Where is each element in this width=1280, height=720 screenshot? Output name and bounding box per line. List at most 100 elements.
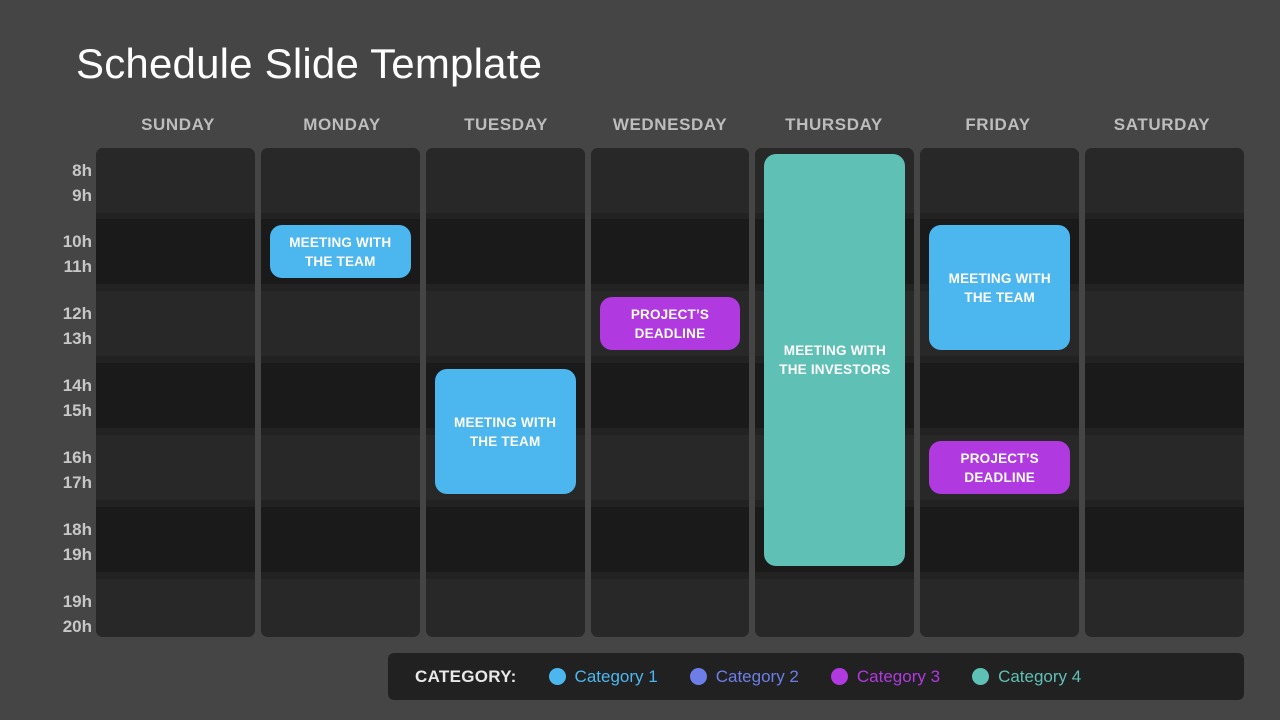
time-slot-sunday-1[interactable] [96, 219, 255, 284]
weekday-header-wednesday: WEDNESDAY [612, 115, 728, 134]
time-slot-saturday-5[interactable] [1085, 507, 1245, 572]
time-slot-tuesday-5[interactable] [425, 507, 585, 572]
time-slot-sunday-2[interactable] [96, 291, 255, 356]
event-label-line2: THE TEAM [964, 289, 1035, 305]
legend-item-1[interactable]: Category 1 [548, 666, 658, 687]
time-label-row-5: 18h 19h [36, 517, 92, 567]
weekday-header-monday: MONDAY [303, 115, 381, 134]
event-monday-meeting-team[interactable]: MEETING WITH THE TEAM [269, 225, 411, 278]
legend-color-dot-icon [548, 668, 566, 685]
time-slot-sunday-4[interactable] [96, 435, 255, 500]
day-columns [96, 148, 1245, 637]
time-slot-saturday-2[interactable] [1085, 291, 1245, 356]
time-slot-saturday-1[interactable] [1085, 219, 1245, 284]
time-label-row-3: 14h 15h [36, 373, 92, 423]
time-start: 12h [62, 304, 92, 323]
time-end: 11h [63, 257, 92, 276]
time-slot-tuesday-6[interactable] [425, 579, 585, 637]
legend-title: CATEGORY: [415, 666, 517, 686]
day-column-friday[interactable] [920, 148, 1080, 637]
weekday-header-thursday: THURSDAY [785, 115, 883, 134]
time-slot-wednesday-3[interactable] [590, 363, 750, 428]
event-label-line2: THE TEAM [304, 253, 376, 269]
time-slot-saturday-3[interactable] [1085, 363, 1245, 428]
time-slot-sunday-0[interactable] [96, 148, 255, 213]
event-label: MEETING WITH THE TEAM [949, 269, 1051, 307]
time-slot-wednesday-5[interactable] [590, 507, 750, 572]
legend-item-4[interactable]: Category 4 [972, 667, 1081, 687]
event-wednesday-project-deadline[interactable]: PROJECT’S DEADLINE [599, 297, 741, 350]
time-end: 13h [62, 329, 92, 348]
day-column-monday[interactable] [260, 148, 420, 637]
event-label-line1: MEETING WITH [783, 343, 886, 358]
time-label-row-2: 12h 13h [36, 301, 92, 351]
legend-item-label: Category 2 [715, 666, 799, 686]
event-friday-meeting-team[interactable]: MEETING WITH THE TEAM [929, 225, 1071, 350]
day-column-sunday[interactable] [96, 148, 255, 637]
legend-item-3[interactable]: Category 3 [830, 666, 941, 687]
weekday-header-tuesday: TUESDAY [464, 115, 548, 134]
event-label: PROJECT’S DEADLINE [961, 449, 1039, 487]
day-column-saturday[interactable] [1085, 148, 1245, 637]
time-slot-tuesday-1[interactable] [425, 219, 585, 284]
time-label-row-1: 10h 11h [36, 229, 92, 279]
event-label-line2: DEADLINE [964, 469, 1035, 485]
time-gutter: 8h 9h 10h 11h 12h 13h 14h 15h 16h 17h 18h 19h 19h 20h [36, 148, 92, 637]
time-slot-wednesday-1[interactable] [590, 219, 750, 284]
legend-item-label: Category 4 [998, 666, 1082, 686]
event-label-line1: MEETING WITH [948, 270, 1051, 286]
time-start: 8h [72, 161, 92, 180]
event-label-line1: PROJECT’S [630, 306, 710, 322]
event-label-line1: MEETING WITH [454, 414, 557, 430]
weekday-header-friday: FRIDAY [965, 115, 1031, 134]
time-label-row-4: 16h 17h [36, 445, 92, 495]
time-slot-saturday-6[interactable] [1085, 579, 1245, 637]
time-start: 14h [62, 376, 92, 395]
time-label-row-0: 8h 9h [36, 158, 92, 208]
time-slot-monday-6[interactable] [260, 579, 420, 637]
time-slot-friday-5[interactable] [920, 507, 1080, 572]
time-slot-saturday-0[interactable] [1085, 148, 1245, 213]
time-slot-friday-3[interactable] [920, 363, 1080, 428]
time-slot-tuesday-0[interactable] [425, 148, 585, 213]
time-slot-friday-0[interactable] [920, 148, 1080, 213]
time-slot-monday-5[interactable] [260, 507, 420, 572]
event-label-line2: DEADLINE [634, 325, 706, 341]
time-slot-saturday-4[interactable] [1085, 435, 1245, 500]
legend-color-dot-icon [689, 668, 707, 685]
legend-item-label: Category 3 [856, 666, 941, 686]
day-column-wednesday[interactable] [590, 148, 750, 637]
time-slot-sunday-3[interactable] [96, 363, 255, 428]
legend-item-2[interactable]: Category 2 [689, 666, 799, 687]
time-slot-monday-0[interactable] [260, 148, 420, 213]
time-slot-wednesday-4[interactable] [590, 435, 750, 500]
time-end: 19h [62, 545, 92, 564]
time-start: 18h [62, 520, 92, 539]
event-label: MEETING WITH THE INVESTORS [779, 341, 890, 379]
time-slot-friday-6[interactable] [920, 579, 1080, 637]
time-slot-thursday-6[interactable] [755, 579, 915, 637]
time-slot-tuesday-2[interactable] [425, 291, 585, 356]
weekday-header-row: SUNDAY MONDAY TUESDAY WEDNESDAY THURSDAY FRID… [96, 112, 1244, 144]
event-tuesday-meeting-team[interactable]: MEETING WITH THE TEAM [434, 369, 576, 494]
time-slot-wednesday-0[interactable] [590, 148, 750, 213]
time-slot-monday-3[interactable] [260, 363, 420, 428]
schedule-calendar: SUNDAY MONDAY TUESDAY WEDNESDAY THURSDAY FRID… [36, 112, 1245, 637]
event-label-line1: PROJECT’S [960, 450, 1039, 466]
time-slot-monday-2[interactable] [260, 291, 420, 356]
event-friday-project-deadline[interactable]: PROJECT’S DEADLINE [929, 441, 1071, 494]
time-slot-wednesday-6[interactable] [590, 579, 750, 637]
time-slot-monday-4[interactable] [260, 435, 420, 500]
event-label-line1: MEETING WITH [289, 234, 392, 250]
time-slot-sunday-6[interactable] [96, 579, 255, 637]
event-label: PROJECT’S DEADLINE [631, 305, 709, 343]
event-label: MEETING WITH THE TEAM [454, 413, 556, 451]
legend-item-label: Category 1 [574, 666, 658, 686]
time-label-row-6: 19h 20h [36, 589, 92, 639]
time-start: 10h [62, 232, 92, 251]
category-legend: CATEGORY: Category 1 Category 2 Category 3… [388, 653, 1244, 700]
legend-color-dot-icon [830, 668, 848, 685]
event-label-line2: THE INVESTORS [779, 362, 891, 377]
event-thursday-meeting-investors[interactable]: MEETING WITH THE INVESTORS [764, 154, 906, 566]
time-slot-sunday-5[interactable] [96, 507, 255, 572]
